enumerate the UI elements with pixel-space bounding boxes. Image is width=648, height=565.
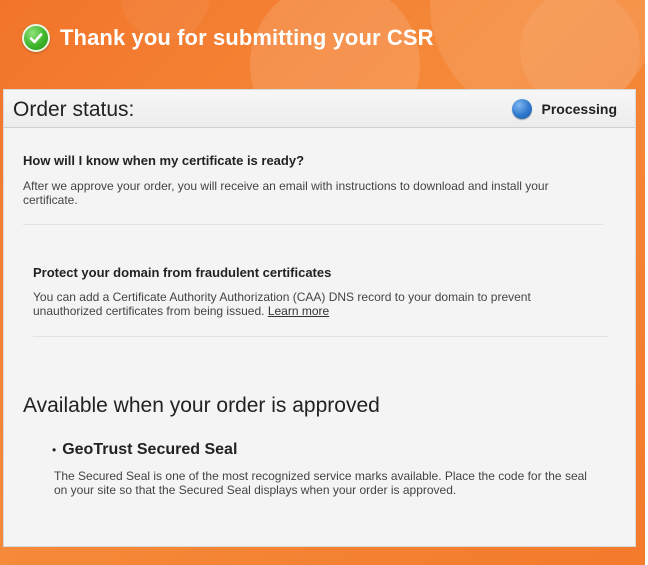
status-indicator: Processing bbox=[511, 99, 617, 119]
seal-desc-line1: The Secured Seal is one of the most reco… bbox=[54, 469, 587, 483]
certificate-ready-text: After we approve your order, you will re… bbox=[23, 179, 583, 207]
caa-heading: Protect your domain from fraudulent cert… bbox=[33, 265, 332, 280]
seal-description: The Secured Seal is one of the most reco… bbox=[54, 469, 614, 497]
status-text: Processing bbox=[541, 101, 617, 117]
check-circle-icon bbox=[22, 24, 50, 52]
section-divider bbox=[23, 224, 603, 225]
seal-list-item: • GeoTrust Secured Seal bbox=[52, 441, 237, 459]
checkmark-glyph bbox=[29, 33, 43, 44]
caa-line2: unauthorized certificates from being iss… bbox=[33, 304, 265, 318]
certificate-ready-line1: After we approve your order, you will re… bbox=[23, 179, 549, 193]
caa-line1: You can add a Certificate Authority Auth… bbox=[33, 290, 531, 304]
caa-text: You can add a Certificate Authority Auth… bbox=[33, 290, 593, 318]
seal-desc-line2: on your site so that the Secured Seal di… bbox=[54, 483, 457, 497]
learn-more-link[interactable]: Learn more bbox=[268, 304, 329, 318]
section-divider bbox=[33, 336, 608, 337]
status-dot-icon bbox=[511, 99, 532, 119]
page-header: Thank you for submitting your CSR bbox=[22, 24, 434, 52]
seal-title: GeoTrust Secured Seal bbox=[62, 441, 238, 458]
available-title: Available when your order is approved bbox=[23, 394, 380, 417]
certificate-ready-heading: How will I know when my certificate is r… bbox=[23, 153, 305, 168]
certificate-ready-line2: certificate. bbox=[23, 193, 78, 207]
order-status-bar: Order status: Processing bbox=[4, 90, 635, 128]
order-status-label: Order status: bbox=[13, 98, 135, 121]
caa-section: Protect your domain from fraudulent cert… bbox=[33, 265, 593, 318]
order-panel: Order status: Processing How will I know… bbox=[3, 89, 636, 547]
caa-line2-row: unauthorized certificates from being iss… bbox=[33, 304, 593, 318]
certificate-ready-section: How will I know when my certificate is r… bbox=[23, 153, 583, 207]
bullet: • bbox=[52, 443, 57, 457]
page-title: Thank you for submitting your CSR bbox=[60, 25, 434, 50]
orange-frame: Thank you for submitting your CSR Order … bbox=[0, 0, 645, 565]
